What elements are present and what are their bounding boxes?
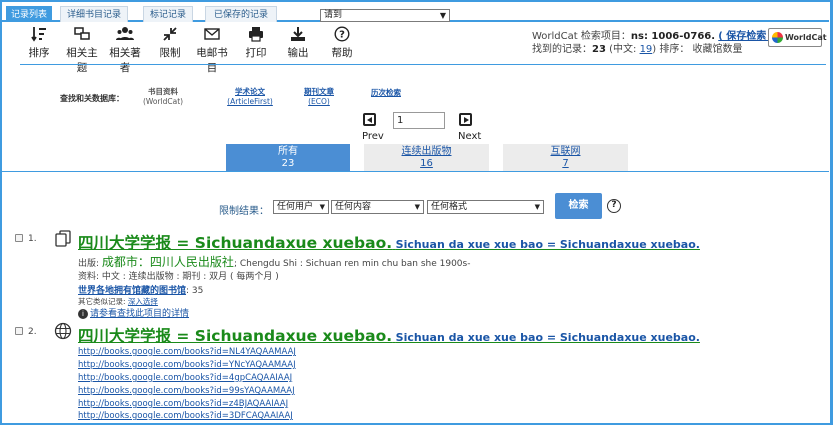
content-limit-select[interactable]: 任何内容 ▼	[331, 200, 424, 214]
details-line: i 请参看查找此项目的详情	[78, 306, 189, 319]
result-checkbox[interactable]	[15, 327, 23, 335]
related-db-label: 查找和关数据库：	[60, 94, 124, 103]
export-button[interactable]: 输出	[286, 26, 310, 60]
tab-saved-records[interactable]: 已保存的记录	[205, 6, 277, 22]
result-title-link[interactable]: 四川大学学报 = Sichuandaxue xuebao. Sichuan da…	[78, 324, 700, 346]
format-limit-select[interactable]: 任何格式 ▼	[427, 200, 544, 214]
url-link[interactable]: http://books.google.com/books?id=4gpCAQA…	[78, 373, 292, 383]
limit-icon	[163, 27, 177, 41]
serial-icon	[55, 230, 71, 247]
dropdown-arrow-icon: ▼	[439, 11, 446, 20]
search-query: ns: 1006-0766.	[630, 31, 716, 42]
next-page-icon[interactable]	[459, 113, 472, 126]
dropdown-arrow-icon: ▼	[319, 203, 325, 211]
chinese-count-link[interactable]: 19	[640, 44, 653, 55]
limit-button[interactable]: 限制	[158, 26, 182, 60]
prev-label[interactable]: Prev	[362, 131, 384, 142]
worldcat-globe-icon	[772, 32, 783, 43]
result-count: 23	[592, 44, 606, 55]
holdings-link[interactable]: 世界各地拥有馆藏的图书馆	[78, 286, 186, 296]
related-subjects-icon	[74, 27, 90, 40]
tab-detailed-record[interactable]: 详细书目记录	[60, 6, 128, 22]
url-link[interactable]: http://books.google.com/books?id=NL4YAQA…	[78, 347, 296, 357]
save-search-link[interactable]: ( 保存检索 )	[718, 31, 774, 42]
search-history-link[interactable]: 历次检索	[371, 87, 401, 98]
url-link[interactable]: http://books.google.com/books?id=99sYAQA…	[78, 386, 295, 396]
tab-serials[interactable]: 连续出版物 16	[364, 144, 489, 171]
holdings-line: 世界各地拥有馆藏的图书馆: 35	[78, 286, 204, 296]
details-link[interactable]: 请参看查找此项目的详情	[90, 309, 189, 319]
sort-button[interactable]: 排序	[27, 26, 51, 60]
tab-internet[interactable]: 互联网 7	[503, 144, 628, 171]
related-subjects-button[interactable]: 相关主题	[62, 26, 102, 75]
globe-icon	[54, 322, 72, 340]
divider	[2, 171, 829, 172]
deep-select-link[interactable]: 深入选择	[128, 297, 158, 306]
svg-text:?: ?	[339, 30, 345, 41]
result-number: 2.	[28, 327, 37, 337]
related-authors-button[interactable]: 相关著者	[105, 26, 145, 75]
divider	[20, 64, 826, 65]
result-title-link[interactable]: 四川大学学报 = Sichuandaxue xuebao. Sichuan da…	[78, 231, 700, 253]
limit-label: 限制结果：	[219, 206, 269, 217]
tab-record-list[interactable]: 记录列表	[6, 6, 52, 22]
user-limit-select[interactable]: 任何用户 ▼	[273, 200, 329, 214]
sort-icon	[31, 27, 46, 42]
print-button[interactable]: 打印	[244, 26, 268, 60]
related-authors-icon	[116, 27, 134, 40]
print-icon	[249, 27, 263, 42]
top-tab-bar: 记录列表 详细书目记录 标记记录 已保存的记录 请到 ▼	[2, 2, 829, 22]
next-label[interactable]: Next	[458, 131, 481, 142]
dropdown-arrow-icon: ▼	[534, 203, 540, 211]
search-summary: WorldCat 检索项目：ns: 1006-0766. ( 保存检索 ) 找到…	[532, 31, 775, 55]
url-link[interactable]: http://books.google.com/books?id=3DFCAQA…	[78, 411, 293, 421]
publisher-line: 出版: 成都市：四川人民出版社; Chengdu Shi : Sichuan r…	[78, 255, 471, 269]
prev-page-icon[interactable]	[363, 113, 376, 126]
result-checkbox[interactable]	[15, 234, 23, 242]
help-button[interactable]: ? 帮助	[330, 26, 354, 60]
dropdown-arrow-icon: ▼	[414, 203, 420, 211]
help-icon: ?	[334, 26, 350, 42]
goto-select[interactable]: 请到 ▼	[320, 9, 450, 22]
email-icon	[204, 28, 220, 40]
db-worldcat: 书目资料 (WorldCat)	[142, 87, 184, 106]
url-link[interactable]: http://books.google.com/books?id=YNcYAQA…	[78, 360, 296, 370]
result-number: 1.	[28, 234, 37, 244]
page-number-input[interactable]: 1	[393, 112, 445, 129]
tab-marked-records[interactable]: 标记记录	[143, 6, 193, 22]
export-icon	[291, 27, 305, 41]
material-line: 资料: 中文 : 连续出版物 : 期刊 : 双月 ( 每两个月 )	[78, 272, 279, 282]
limit-search-button[interactable]: 检索	[555, 193, 602, 219]
db-articlefirst[interactable]: 学术论文 (ArticleFirst)	[218, 87, 282, 107]
db-eco[interactable]: 期刊文章 (ECO)	[299, 87, 339, 107]
worldcat-logo[interactable]: WorldCat	[768, 28, 827, 47]
tab-all[interactable]: 所有 23	[226, 144, 350, 171]
email-button[interactable]: 电邮书目	[192, 26, 232, 75]
url-link[interactable]: http://books.google.com/books?id=z4BJAQA…	[78, 399, 288, 409]
info-icon: i	[78, 308, 88, 319]
help-icon[interactable]: ?	[607, 199, 621, 213]
